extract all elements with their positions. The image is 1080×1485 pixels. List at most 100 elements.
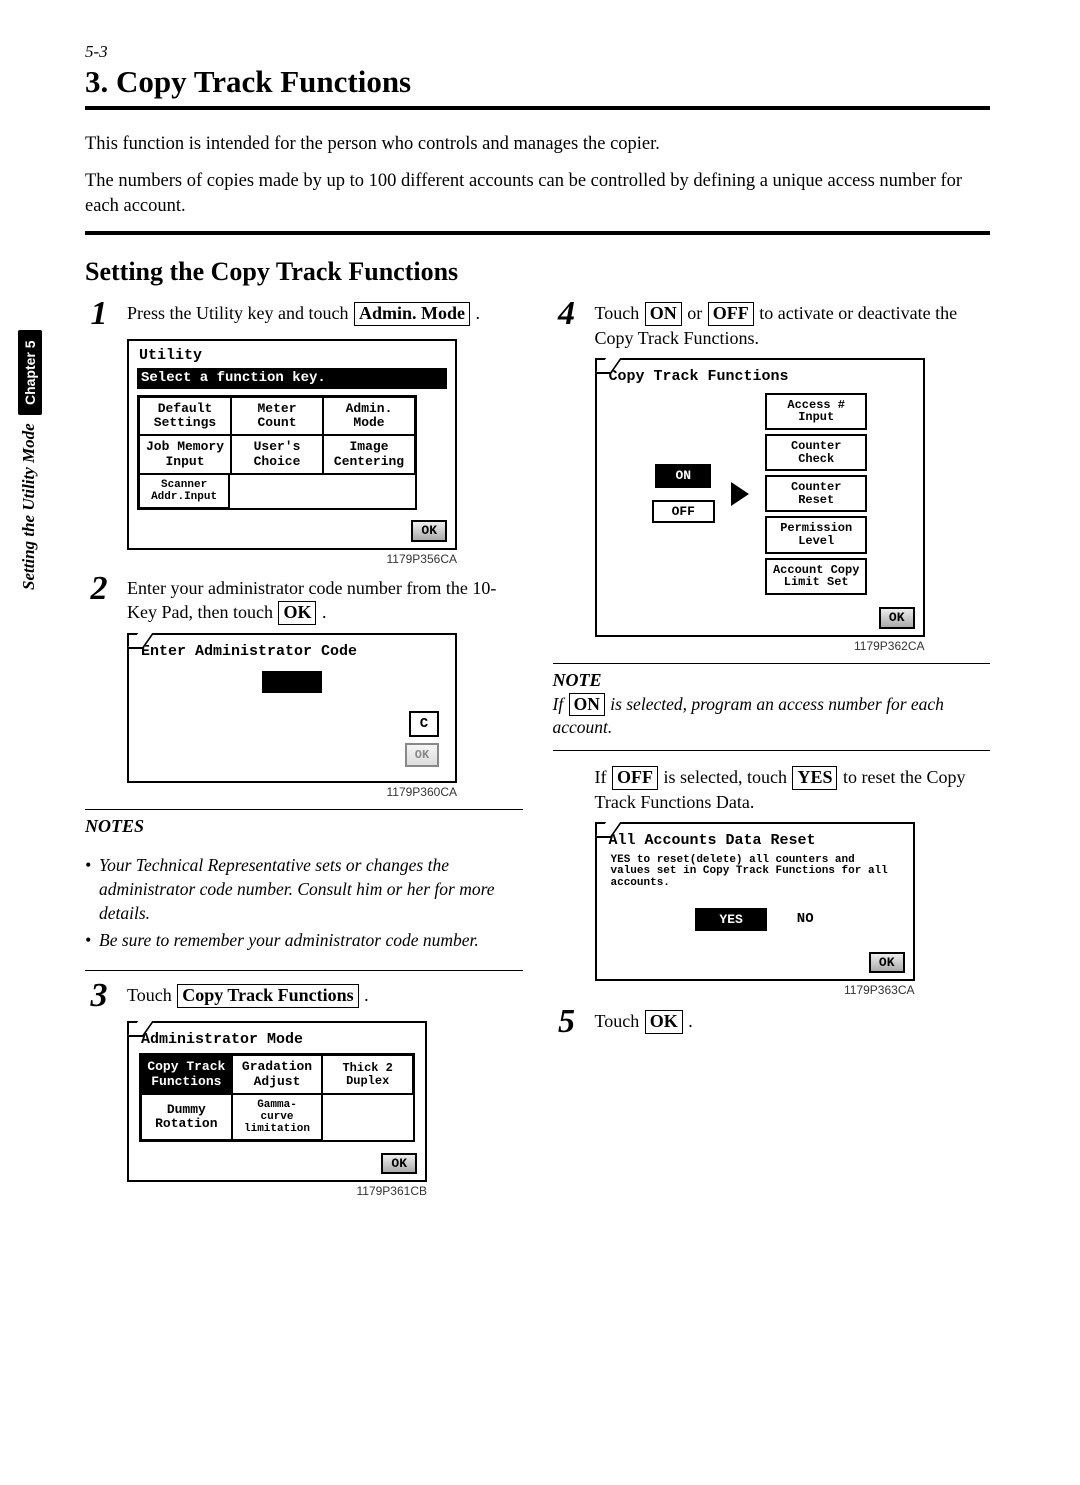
step-1-dot: . (471, 303, 480, 323)
rule-thin-notes-bottom (85, 970, 523, 971)
off-keycap: OFF (708, 302, 754, 326)
utility-screen: Utility Select a function key. DefaultSe… (127, 339, 457, 550)
btn-meter-count[interactable]: MeterCount (230, 396, 324, 437)
btn-no[interactable]: NO (797, 911, 814, 928)
step-4-text: Touch ON or OFF to activate or deactivat… (595, 297, 991, 350)
adminmode-ok[interactable]: OK (381, 1153, 417, 1175)
intro-text-1: This function is intended for the person… (85, 132, 965, 157)
admin-mode-keycap: Admin. Mode (354, 302, 470, 326)
page-title: 3. Copy Track Functions (85, 64, 990, 100)
section-ref: 5-3 (85, 42, 990, 62)
step-4-number: 4 (553, 297, 581, 350)
admin-code-input[interactable] (262, 671, 322, 693)
right-column: 4 Touch ON or OFF to activate or deactiv… (553, 297, 991, 1204)
btn-permission-level[interactable]: PermissionLevel (765, 516, 867, 553)
off-text: If OFF is selected, touch YES to reset t… (595, 765, 991, 814)
btn-counter-reset[interactable]: CounterReset (765, 475, 867, 512)
admin-code-title: Enter Administrator Code (139, 643, 445, 661)
step-5-number: 5 (553, 1005, 581, 1039)
step-3-text: Touch Copy Track Functions . (127, 979, 369, 1013)
subsection-title: Setting the Copy Track Functions (85, 257, 990, 287)
step-4-b: or (683, 303, 707, 323)
on-keycap-2: ON (569, 693, 605, 716)
reset-title: All Accounts Data Reset (607, 832, 903, 850)
btn-default-settings[interactable]: DefaultSettings (138, 396, 232, 437)
rule-thin-note-top (553, 663, 991, 664)
ok-keycap-1: OK (278, 601, 316, 625)
btn-copy-track-functions[interactable]: Copy TrackFunctions (140, 1054, 233, 1095)
utility-title: Utility (137, 347, 447, 365)
reset-msg: YES to reset(delete) all counters and va… (607, 853, 903, 898)
arrow-right-icon (731, 482, 749, 506)
step-5-a: Touch (595, 1011, 644, 1031)
step-3-dot: . (360, 985, 369, 1005)
btn-users-choice[interactable]: User'sChoice (230, 434, 324, 475)
side-tab-text: Setting the Utility Mode (19, 423, 38, 590)
ctf-title: Copy Track Functions (607, 368, 913, 386)
copy-track-screen: Copy Track Functions ON OFF Access #Inpu… (595, 358, 925, 637)
note-1: Your Technical Representative sets or ch… (99, 854, 523, 925)
btn-counter-check[interactable]: CounterCheck (765, 434, 867, 471)
admin-mode-title: Administrator Mode (139, 1031, 415, 1049)
utility-sub: Select a function key. (137, 368, 447, 389)
step-1-text: Press the Utility key and touch Admin. M… (127, 297, 480, 331)
btn-thick2-duplex[interactable]: Thick 2Duplex (321, 1054, 414, 1095)
btn-account-limit[interactable]: Account CopyLimit Set (765, 558, 867, 595)
notes-title: NOTES (85, 816, 523, 837)
step-3-number: 3 (85, 979, 113, 1013)
note-on: If ON is selected, program an access num… (553, 693, 991, 740)
note-on-b: is selected, program an access number fo… (553, 694, 944, 738)
off-b: is selected, touch (659, 767, 791, 787)
intro-text-2: The numbers of copies made by up to 100 … (85, 169, 965, 219)
btn-gamma-curve[interactable]: Gamma-curvelimitation (231, 1093, 324, 1141)
step-1-number: 1 (85, 297, 113, 331)
btn-admin-mode[interactable]: Admin.Mode (322, 396, 416, 437)
clear-button[interactable]: C (409, 711, 439, 737)
btn-image-centering[interactable]: ImageCentering (322, 434, 416, 475)
step-4-a: Touch (595, 303, 644, 323)
on-keycap: ON (645, 302, 682, 326)
btn-scanner-addr-input[interactable]: ScannerAddr.Input (138, 473, 230, 509)
caption-5: 1179P363CA (595, 983, 915, 997)
note-title: NOTE (553, 670, 991, 691)
side-tab: Setting the Utility Mode Chapter 5 (18, 330, 42, 590)
btn-on[interactable]: ON (655, 464, 711, 488)
caption-4: 1179P362CA (595, 639, 925, 653)
btn-off[interactable]: OFF (652, 500, 715, 524)
caption-2: 1179P360CA (127, 785, 457, 799)
ok-keycap-2: OK (645, 1010, 683, 1034)
ctf-ok[interactable]: OK (879, 607, 915, 629)
step-2-text: Enter your administrator code number fro… (127, 572, 523, 625)
admin-code-screen: Enter Administrator Code C OK (127, 633, 457, 783)
off-a: If (595, 767, 612, 787)
off-keycap-2: OFF (612, 766, 658, 790)
reset-screen: All Accounts Data Reset YES to reset(del… (595, 822, 915, 981)
btn-access-input[interactable]: Access #Input (765, 393, 867, 430)
ok-disabled: OK (405, 743, 439, 767)
reset-ok[interactable]: OK (869, 952, 905, 974)
left-column: 1 Press the Utility key and touch Admin.… (85, 297, 523, 1204)
notes-list: Your Technical Representative sets or ch… (85, 854, 523, 953)
step-2-number: 2 (85, 572, 113, 625)
btn-dummy-rotation[interactable]: DummyRotation (140, 1093, 233, 1141)
note-2: Be sure to remember your administrator c… (99, 929, 523, 953)
caption-3: 1179P361CB (127, 1184, 427, 1198)
copy-track-keycap: Copy Track Functions (177, 984, 358, 1008)
step-2-dot: . (317, 602, 326, 622)
step-5-text: Touch OK . (595, 1005, 693, 1039)
btn-yes[interactable]: YES (695, 908, 766, 932)
utility-ok[interactable]: OK (411, 520, 447, 542)
step-1-a: Press the Utility key and touch (127, 303, 348, 323)
btn-gradation-adjust[interactable]: GradationAdjust (231, 1054, 324, 1095)
caption-1: 1179P356CA (127, 552, 457, 566)
chapter-badge: Chapter 5 (18, 330, 42, 415)
admin-mode-screen: Administrator Mode Copy TrackFunctions G… (127, 1021, 427, 1182)
rule-heavy-1 (85, 106, 990, 110)
rule-thin-notes-top (85, 809, 523, 810)
note-on-a: If (553, 694, 568, 714)
step-5-dot: . (684, 1011, 693, 1031)
btn-job-memory-input[interactable]: Job MemoryInput (138, 434, 232, 475)
rule-heavy-2 (85, 231, 990, 235)
rule-thin-note-bottom (553, 750, 991, 751)
yes-keycap: YES (792, 766, 837, 790)
